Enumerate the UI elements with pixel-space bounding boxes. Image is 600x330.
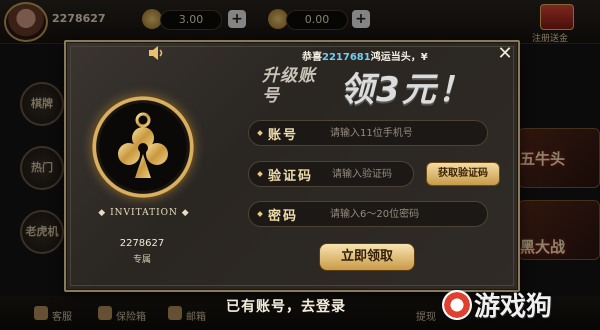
notice-prefix: 恭喜 [302,52,322,63]
club-logo-icon [118,112,168,178]
get-code-button[interactable]: 获取验证码 [426,162,500,186]
watermark-logo-icon [442,290,472,320]
invitation-exclusive-label: 专属 [132,255,151,265]
code-label: 验证码 [268,169,314,184]
watermark-text: 游戏狗 [474,292,553,322]
invitation-user-id: 2278627 [119,238,165,249]
headline-upgrade: 升级账号 [262,66,316,106]
headline-reward: 领3元！ [340,70,474,110]
account-label: 账号 [268,128,299,143]
close-icon[interactable]: ✕ [496,45,514,63]
go-login-link[interactable]: 已有账号，去登录 [226,296,346,316]
verification-code-input[interactable] [332,164,412,184]
phone-input[interactable] [330,123,480,143]
invitation-label: ◆ INVITATION ◆ [98,208,190,218]
password-input[interactable] [330,204,480,224]
claim-now-button[interactable]: 立即领取 [319,243,415,271]
invitation-text: INVITATION [110,208,178,218]
broadcast-notice: 恭喜2217681鸿运当头，¥ [302,48,428,63]
password-label: 密码 [268,209,299,224]
speaker-icon [149,46,163,60]
